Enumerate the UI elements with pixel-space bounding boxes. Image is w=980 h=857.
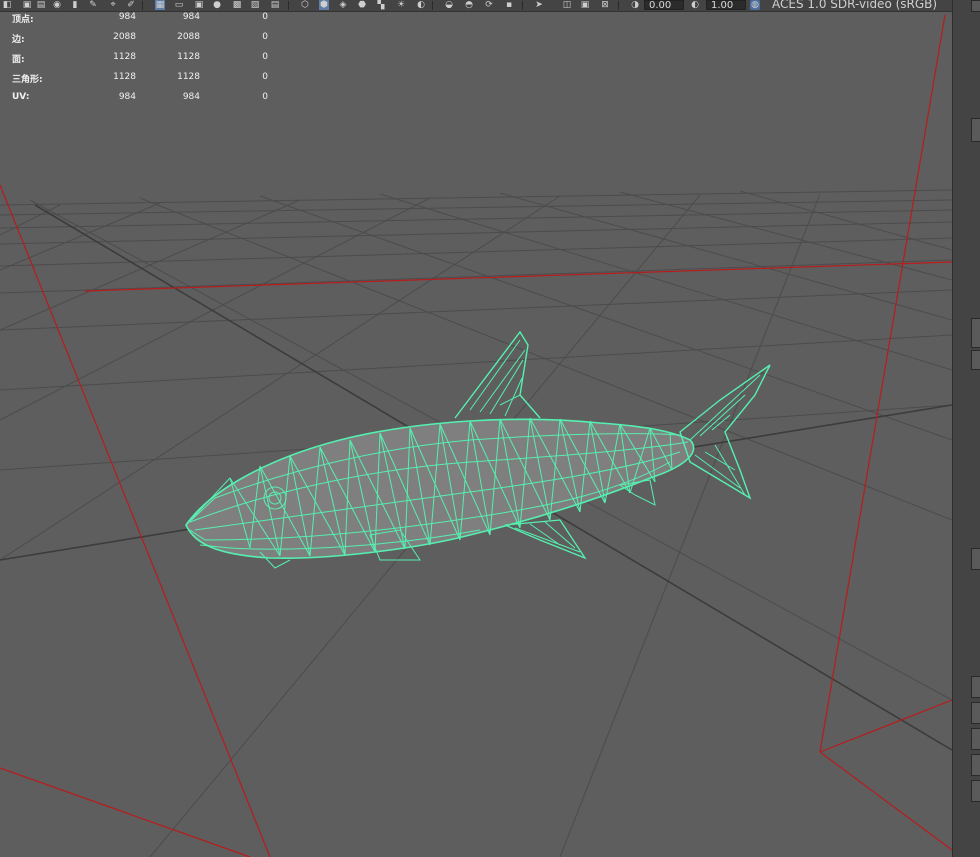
xray-components-icon[interactable]: ⊠: [600, 0, 610, 10]
color-space-label[interactable]: ACES 1.0 SDR-video (sRGB): [772, 0, 937, 10]
lights-icon[interactable]: ☀: [396, 0, 406, 10]
viewport-toolbar: ◧ ▣ ▤ ◉ ▮ ✎ ⌖ ✐ ▦ ▭ ▣ ● ▩ ▧ ▤ ⬡ ⬢ ◈ ⬣ ▚ …: [0, 0, 952, 12]
gamma-field[interactable]: 1.00: [706, 0, 746, 11]
scene-canvas[interactable]: [0, 0, 952, 857]
motion-blur-icon[interactable]: ◓: [464, 0, 474, 10]
field-chart-icon[interactable]: ▩: [232, 0, 242, 10]
antialiasing-icon[interactable]: ⟳: [484, 0, 494, 10]
hud-value: 984: [182, 12, 200, 22]
checker-icon[interactable]: ▚: [376, 0, 386, 10]
safe-title-icon[interactable]: ▤: [270, 0, 280, 10]
hud-row-vertices: 顶点: 984 984 0: [12, 12, 272, 26]
hud-value: 1128: [177, 52, 200, 62]
hud-value: 984: [118, 92, 136, 102]
shark-mesh[interactable]: [185, 330, 771, 569]
snap-icon[interactable]: ⌖: [108, 0, 118, 10]
panel-tab[interactable]: [971, 0, 980, 12]
color-management-icon[interactable]: ◍: [750, 0, 760, 10]
hud-value: 1128: [113, 72, 136, 82]
depth-of-field-icon[interactable]: ▪: [504, 0, 514, 10]
hud-value: 0: [262, 92, 268, 102]
film-gate-icon[interactable]: ▭: [174, 0, 184, 10]
isolate-select-icon[interactable]: ➤: [534, 0, 544, 10]
hud-row-faces: 面: 1128 1128 0: [12, 52, 272, 66]
hud-value: 0: [262, 52, 268, 62]
bookmark-icon[interactable]: ▮: [70, 0, 80, 10]
hud-label: 面:: [12, 55, 25, 65]
panel-button[interactable]: [971, 702, 980, 724]
bookmark-icon[interactable]: ▤: [36, 0, 46, 10]
paint-icon[interactable]: ✐: [126, 0, 136, 10]
hud-value: 2088: [177, 32, 200, 42]
hud-value: 984: [182, 92, 200, 102]
xray-joints-icon[interactable]: ▣: [580, 0, 590, 10]
hud-value: 0: [262, 32, 268, 42]
exposure-icon: ◑: [631, 0, 639, 10]
hud-row-uvs: UV: 984 984 0: [12, 92, 272, 106]
panel-button[interactable]: [971, 780, 980, 802]
panel-button[interactable]: [971, 676, 980, 698]
wireframe-on-shaded-icon[interactable]: ◈: [338, 0, 348, 10]
shadows-icon[interactable]: ◐: [416, 0, 426, 10]
exposure-field[interactable]: 0.00: [644, 0, 684, 11]
smooth-shade-icon[interactable]: ⬢: [319, 0, 329, 10]
camera-icon[interactable]: ◧: [2, 0, 12, 10]
snapshot-icon[interactable]: ◉: [52, 0, 62, 10]
hud-label: UV:: [12, 92, 30, 102]
panel-tab[interactable]: [971, 548, 980, 570]
panel-tab[interactable]: [971, 318, 980, 348]
hud-value: 984: [118, 12, 136, 22]
ambient-occlusion-icon[interactable]: ◒: [444, 0, 454, 10]
safe-action-icon[interactable]: ▧: [250, 0, 260, 10]
hud-value: 1128: [177, 72, 200, 82]
viewport-panel[interactable]: ◧ ▣ ▤ ◉ ▮ ✎ ⌖ ✐ ▦ ▭ ▣ ● ▩ ▧ ▤ ⬡ ⬢ ◈ ⬣ ▚ …: [0, 0, 952, 857]
gate-mask-icon[interactable]: ●: [212, 0, 222, 10]
lock-icon[interactable]: ▣: [22, 0, 32, 10]
textured-icon[interactable]: ⬣: [357, 0, 367, 10]
hud-label: 顶点:: [12, 15, 34, 25]
panel-button[interactable]: [971, 754, 980, 776]
resolution-gate-icon[interactable]: ▣: [194, 0, 204, 10]
wireframe-icon[interactable]: ⬡: [300, 0, 310, 10]
panel-tab[interactable]: [971, 118, 980, 142]
hud-label: 边:: [12, 35, 25, 45]
xray-icon[interactable]: ◫: [562, 0, 572, 10]
panel-button[interactable]: [971, 728, 980, 750]
hud-value: 0: [262, 12, 268, 22]
hud-value: 0: [262, 72, 268, 82]
grid-icon[interactable]: ▦: [155, 0, 165, 10]
attribute-side-panel: [952, 0, 980, 857]
gamma-icon: ◐: [691, 0, 699, 10]
panel-tab[interactable]: [971, 350, 980, 370]
hud-row-edges: 边: 2088 2088 0: [12, 32, 272, 46]
hud-label: 三角形:: [12, 75, 43, 85]
hud-row-triangles: 三角形: 1128 1128 0: [12, 72, 272, 86]
hud-value: 1128: [113, 52, 136, 62]
pivot-icon[interactable]: ✎: [88, 0, 98, 10]
hud-value: 2088: [113, 32, 136, 42]
shark-body-shade: [186, 419, 694, 559]
